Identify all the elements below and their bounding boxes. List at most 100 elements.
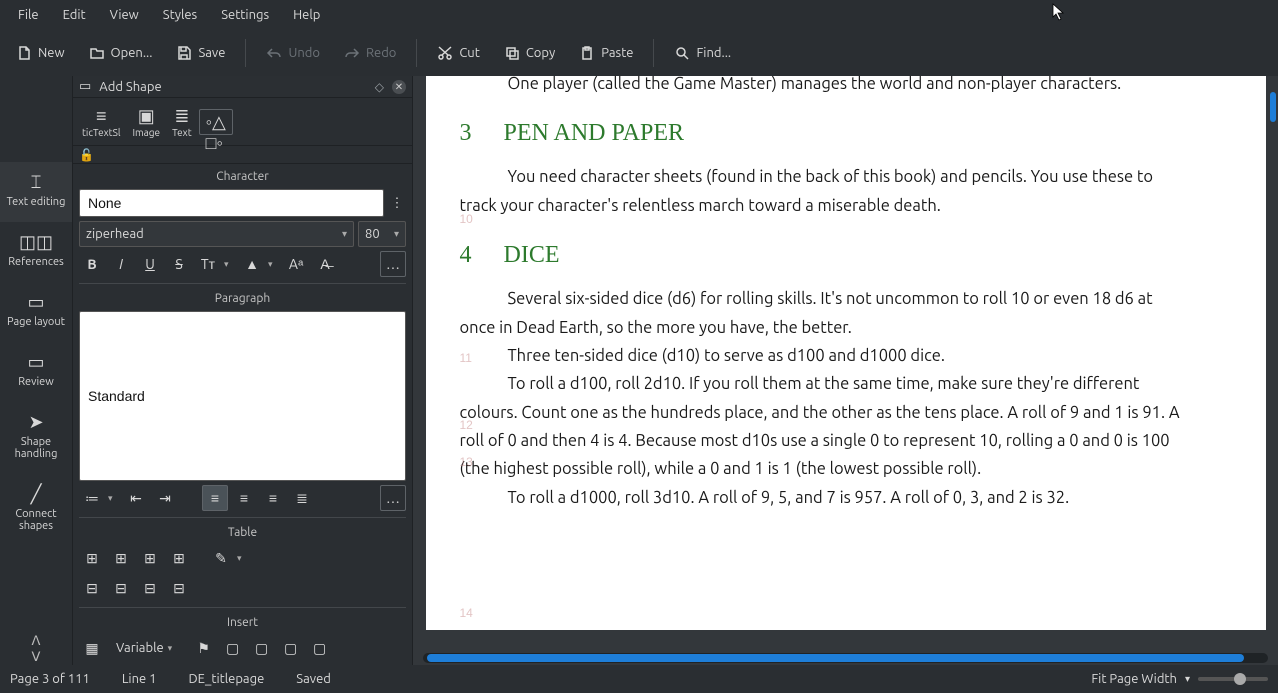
chevron-down-icon[interactable]: ▾: [224, 259, 236, 270]
bold-button[interactable]: B: [79, 251, 105, 277]
outdent-button[interactable]: ⇤: [123, 485, 149, 511]
chevron-down-icon[interactable]: ▾: [108, 493, 120, 504]
underline-button[interactable]: U: [137, 251, 163, 277]
status-bar: Page 3 of 111 Line 1 DE_titlepage Saved …: [0, 665, 1278, 693]
status-line[interactable]: Line 1: [122, 672, 157, 686]
image-shape-button[interactable]: ▣ Image: [127, 103, 165, 141]
tictext-shape-button[interactable]: ≡ ticTextSl: [77, 103, 125, 141]
status-page[interactable]: Page 3 of 111: [10, 672, 90, 686]
paragraph-section-label: Paragraph: [79, 290, 406, 307]
rail-references[interactable]: ◫◫ References: [0, 222, 72, 282]
text-size-button[interactable]: Tᴛ: [195, 251, 221, 277]
open-button[interactable]: Open...: [79, 39, 163, 67]
rail-shape-handling[interactable]: ➤ Shape handling: [0, 402, 72, 474]
scroll-thumb[interactable]: [1270, 92, 1276, 122]
merge-cells-button[interactable]: ⊟: [137, 575, 163, 601]
undo-label: Undo: [288, 46, 320, 60]
lock-icon[interactable]: 🔓: [79, 149, 94, 162]
insert-special-b-button[interactable]: ▢: [249, 635, 275, 661]
rail-connect-shapes[interactable]: ╱ Connect shapes: [0, 474, 72, 546]
align-center-button[interactable]: ≡: [231, 485, 257, 511]
rail-review[interactable]: ▭ Review: [0, 342, 72, 402]
body-text: To roll a d100, roll 2d10. If you roll t…: [460, 375, 1180, 478]
para-more-button[interactable]: …: [380, 485, 406, 511]
split-cells-button[interactable]: ⊟: [166, 575, 192, 601]
chevron-down-icon[interactable]: ▾: [237, 553, 249, 564]
insert-row-below-button[interactable]: ⊞: [108, 545, 134, 571]
horizontal-scrollbar[interactable]: [423, 653, 1268, 663]
rail-label: Shape handling: [2, 436, 70, 460]
font-size-combo[interactable]: 80 ▾: [358, 221, 406, 247]
insert-table-button[interactable]: ▦: [79, 635, 105, 661]
document-viewport[interactable]: One player (called the Game Master) mana…: [413, 76, 1278, 651]
rail-down-button[interactable]: ᐯ: [0, 649, 72, 665]
delete-col-button[interactable]: ⊟: [108, 575, 134, 601]
insert-col-right-button[interactable]: ⊞: [166, 545, 192, 571]
char-style-dropdown-icon[interactable]: ⋮: [388, 189, 406, 217]
save-button[interactable]: Save: [166, 39, 235, 67]
zoom-mode-label[interactable]: Fit Page Width: [1091, 672, 1177, 686]
paste-button[interactable]: Paste: [569, 39, 643, 67]
cut-button[interactable]: Cut: [427, 39, 489, 67]
strip-label: Image: [132, 127, 160, 138]
rail-page-layout[interactable]: ▭ Page layout: [0, 282, 72, 342]
new-button[interactable]: New: [6, 39, 75, 67]
insert-row-above-button[interactable]: ⊞: [79, 545, 105, 571]
copy-label: Copy: [526, 46, 555, 60]
border-color-button[interactable]: ✎: [208, 545, 234, 571]
character-section-label: Character: [79, 168, 406, 185]
insert-special-a-button[interactable]: ▢: [220, 635, 246, 661]
heading-number: 4: [460, 242, 476, 269]
character-style-input[interactable]: [79, 189, 384, 217]
find-button[interactable]: Find...: [664, 39, 741, 67]
font-name-combo[interactable]: ziperhead ▾: [79, 221, 354, 247]
menu-settings[interactable]: Settings: [209, 2, 281, 28]
text-shape-button[interactable]: ≣ Text: [167, 103, 197, 141]
copy-icon: [504, 45, 520, 61]
redo-button[interactable]: Redo: [334, 39, 406, 67]
superscript-button[interactable]: Aᵃ: [283, 251, 309, 277]
menu-styles[interactable]: Styles: [151, 2, 209, 28]
menu-view[interactable]: View: [98, 2, 151, 28]
pin-icon[interactable]: ◇: [375, 80, 384, 94]
strikethrough-button[interactable]: S: [166, 251, 192, 277]
insert-bookmark-button[interactable]: ⚑: [191, 635, 217, 661]
document-area: One player (called the Game Master) mana…: [413, 76, 1278, 665]
document-page[interactable]: One player (called the Game Master) mana…: [426, 76, 1266, 630]
rail-text-editing[interactable]: ⌶ Text editing: [0, 162, 72, 222]
italic-button[interactable]: I: [108, 251, 134, 277]
align-left-button[interactable]: ≡: [202, 485, 228, 511]
chevron-down-icon[interactable]: ▾: [268, 259, 280, 270]
insert-variable-button[interactable]: Variable ▾: [108, 635, 188, 661]
indent-button[interactable]: ⇥: [152, 485, 178, 511]
text-color-button[interactable]: ▲: [239, 251, 265, 277]
close-panel-button[interactable]: ✕: [392, 80, 406, 94]
menu-file[interactable]: File: [6, 2, 51, 28]
insert-special-c-button[interactable]: ▢: [278, 635, 304, 661]
menu-help[interactable]: Help: [281, 2, 332, 28]
chevron-down-icon: ▾: [342, 228, 347, 240]
zoom-slider[interactable]: [1198, 677, 1268, 681]
align-right-button[interactable]: ≡: [260, 485, 286, 511]
list-button[interactable]: ≔: [79, 485, 105, 511]
insert-col-left-button[interactable]: ⊞: [137, 545, 163, 571]
shapes-grid-button[interactable]: ◦△□◦: [199, 109, 233, 135]
clear-format-button[interactable]: A̶: [312, 251, 338, 277]
chevron-down-icon[interactable]: ▾: [1185, 673, 1190, 685]
delete-row-button[interactable]: ⊟: [79, 575, 105, 601]
rail-label: Review: [18, 376, 54, 388]
rail-up-button[interactable]: ᐱ: [0, 633, 72, 649]
line-number: 14: [460, 606, 473, 620]
status-template[interactable]: DE_titlepage: [189, 672, 265, 686]
char-more-button[interactable]: …: [380, 251, 406, 277]
paragraph-style-input[interactable]: [79, 311, 406, 481]
align-justify-button[interactable]: ≣: [289, 485, 315, 511]
insert-special-d-button[interactable]: ▢: [307, 635, 333, 661]
undo-button[interactable]: Undo: [256, 39, 330, 67]
copy-button[interactable]: Copy: [494, 39, 565, 67]
font-size-value: 80: [365, 227, 380, 241]
scroll-thumb[interactable]: [427, 654, 1244, 662]
vertical-scrollbar[interactable]: [1268, 82, 1276, 641]
slider-knob[interactable]: [1234, 673, 1246, 685]
menu-edit[interactable]: Edit: [51, 2, 98, 28]
